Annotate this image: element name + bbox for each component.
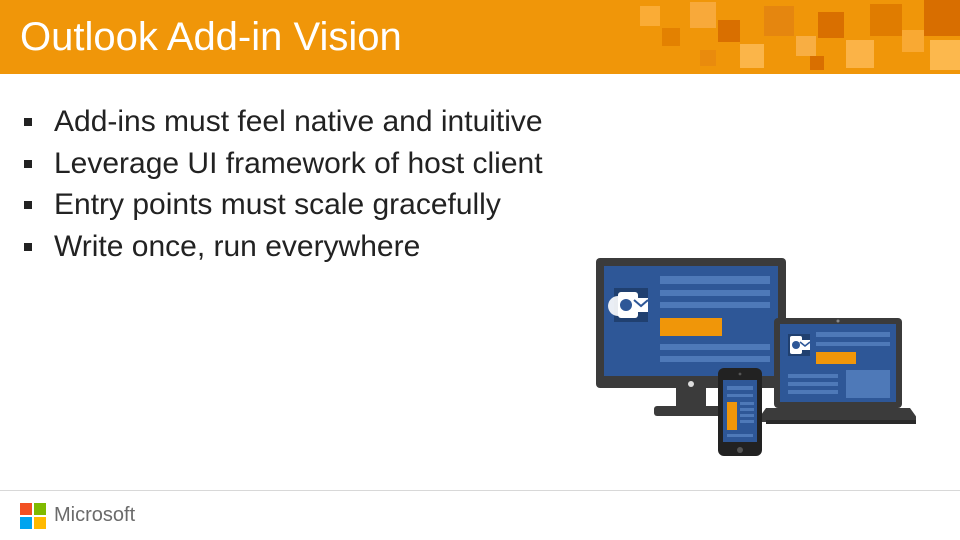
- bullet-square-icon: [24, 201, 32, 209]
- title-bar: Outlook Add-in Vision: [0, 0, 960, 74]
- list-item-text: Write once, run everywhere: [54, 227, 420, 267]
- list-item: Entry points must scale gracefully: [24, 185, 936, 225]
- list-item-text: Leverage UI framework of host client: [54, 144, 543, 184]
- bullet-list: Add-ins must feel native and intuitive L…: [24, 102, 936, 266]
- devices-illustration: [576, 258, 916, 478]
- microsoft-logo-icon: [20, 503, 46, 529]
- content-area: Add-ins must feel native and intuitive L…: [0, 74, 960, 266]
- footer: Microsoft: [0, 490, 960, 540]
- list-item: Add-ins must feel native and intuitive: [24, 102, 936, 142]
- microsoft-logo: Microsoft: [20, 503, 135, 529]
- bullet-square-icon: [24, 243, 32, 251]
- microsoft-logo-text: Microsoft: [54, 504, 135, 527]
- list-item-text: Entry points must scale gracefully: [54, 185, 501, 225]
- page-title: Outlook Add-in Vision: [20, 15, 402, 60]
- bullet-square-icon: [24, 118, 32, 126]
- bullet-square-icon: [24, 160, 32, 168]
- list-item-text: Add-ins must feel native and intuitive: [54, 102, 543, 142]
- header-mosaic-decoration: [600, 0, 960, 74]
- list-item: Leverage UI framework of host client: [24, 144, 936, 184]
